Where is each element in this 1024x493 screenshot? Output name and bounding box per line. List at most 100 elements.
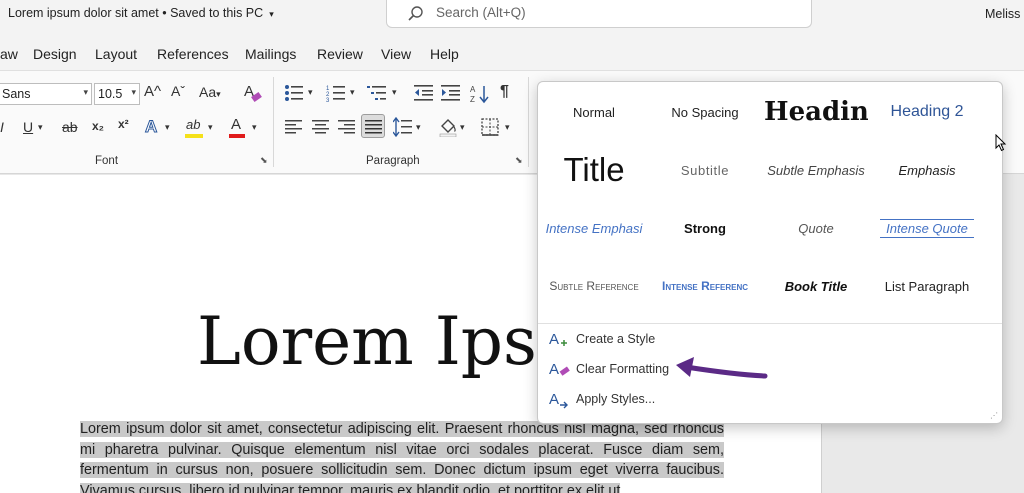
style-intense-emphasis[interactable]: Intense Emphasi [538, 208, 650, 248]
justify-button[interactable] [361, 114, 385, 138]
line-spacing-icon[interactable] [393, 117, 413, 137]
style-emphasis-label: Emphasis [898, 162, 956, 178]
chevron-down-icon[interactable]: ▾ [252, 122, 257, 133]
style-intense-reference[interactable]: Intense Referenc [649, 266, 761, 306]
search-box[interactable]: Search (Alt+Q) [386, 0, 812, 28]
document-title[interactable]: Lorem ipsum dolor sit amet • Saved to th… [8, 6, 274, 20]
chevron-down-icon: ▾ [83, 87, 88, 97]
chevron-down-icon: ▾ [269, 9, 274, 19]
justify-icon [365, 120, 382, 134]
selected-text: Lorem ipsum dolor sit amet, consectetur … [80, 421, 724, 493]
styles-gallery-flyout: Normal No Spacing Headin Heading 2 Title… [537, 81, 1003, 424]
shrink-font-button[interactable]: Aˇ [171, 83, 185, 99]
tab-help[interactable]: Help [430, 46, 459, 62]
style-heading-2[interactable]: Heading 2 [871, 92, 983, 132]
chevron-down-icon[interactable]: ▾ [308, 87, 313, 98]
chevron-down-icon[interactable]: ▾ [38, 122, 43, 133]
font-color-button[interactable]: A [231, 116, 241, 133]
tab-draw[interactable]: aw [0, 46, 18, 62]
font-color-bar [229, 134, 245, 138]
tab-references[interactable]: References [157, 46, 229, 62]
style-book-title[interactable]: Book Title [760, 266, 872, 306]
bullets-icon[interactable] [284, 84, 304, 102]
sort-icon[interactable]: AZ [470, 84, 490, 104]
resize-grip-icon[interactable]: ⋰ [990, 411, 998, 420]
change-case-button[interactable]: Aa▾ [199, 84, 221, 100]
numbering-icon[interactable]: 123 [326, 84, 346, 102]
increase-indent-icon[interactable] [441, 84, 461, 102]
font-name-value: Sans [2, 87, 31, 101]
align-right-icon[interactable] [338, 119, 356, 135]
style-subtle-reference-label: Subtle Reference [549, 279, 639, 293]
search-placeholder: Search (Alt+Q) [436, 5, 526, 20]
underline-button[interactable]: U [23, 119, 33, 135]
ribbon-tabs: aw Design Layout References Mailings Rev… [0, 38, 1024, 70]
document-title-text: Lorem ipsum dolor sit amet • Saved to th… [8, 6, 264, 20]
style-no-spacing[interactable]: No Spacing [649, 92, 761, 132]
superscript-button[interactable]: x² [118, 117, 129, 131]
paragraph-dialog-launcher-icon[interactable]: ⬊ [515, 155, 525, 165]
tab-mailings[interactable]: Mailings [245, 46, 296, 62]
font-name-dropdown[interactable]: Sans ▾ [0, 83, 92, 105]
style-heading-2-label: Heading 2 [890, 103, 964, 120]
create-style-command[interactable]: A Create a Style [546, 327, 846, 351]
apply-styles-command[interactable]: A Apply Styles... [546, 387, 846, 411]
tab-layout[interactable]: Layout [95, 46, 137, 62]
document-heading[interactable]: Lorem Ipsu [197, 303, 579, 380]
style-heading-1-label: Headin [764, 97, 868, 127]
group-divider [273, 77, 274, 167]
style-normal[interactable]: Normal [538, 92, 650, 132]
style-heading-1[interactable]: Headin [760, 92, 872, 132]
user-account[interactable]: Meliss [985, 7, 1020, 21]
center-icon[interactable] [312, 119, 330, 135]
create-style-label: Create a Style [576, 332, 656, 346]
style-list-paragraph[interactable]: List Paragraph [871, 266, 983, 306]
style-quote[interactable]: Quote [760, 208, 872, 248]
align-left-icon[interactable] [285, 119, 303, 135]
highlight-button[interactable]: ab [186, 117, 200, 132]
font-size-dropdown[interactable]: 10.5 ▾ [94, 83, 140, 105]
chevron-down-icon[interactable]: ▾ [505, 122, 510, 133]
font-dialog-launcher-icon[interactable]: ⬊ [260, 155, 270, 165]
svg-text:A: A [549, 331, 559, 348]
style-strong[interactable]: Strong [649, 208, 761, 248]
multilevel-list-icon[interactable] [367, 84, 387, 102]
document-body-paragraph[interactable]: Lorem ipsum dolor sit amet, consectetur … [80, 419, 724, 493]
svg-text:A: A [549, 361, 559, 378]
style-subtle-reference[interactable]: Subtle Reference [538, 266, 650, 306]
style-subtitle[interactable]: Subtitle [649, 150, 761, 190]
style-intense-quote[interactable]: Intense Quote [871, 208, 983, 248]
text-effects-button[interactable]: A [144, 117, 157, 137]
style-title[interactable]: Title [538, 148, 650, 192]
tab-review[interactable]: Review [317, 46, 363, 62]
strikethrough-button[interactable]: ab [62, 119, 78, 135]
create-style-icon: A [549, 331, 567, 348]
show-formatting-marks-button[interactable]: ¶ [500, 83, 509, 101]
clear-formatting-label: Clear Formatting [576, 362, 670, 376]
chevron-down-icon[interactable]: ▾ [416, 122, 421, 133]
shading-icon[interactable] [438, 117, 458, 137]
svg-text:Z: Z [470, 95, 475, 104]
font-size-value: 10.5 [98, 87, 123, 101]
subscript-button[interactable]: x₂ [92, 119, 104, 133]
style-subtle-emphasis[interactable]: Subtle Emphasis [760, 150, 872, 190]
grow-font-button[interactable]: A^ [144, 83, 161, 100]
chevron-down-icon[interactable]: ▾ [350, 87, 355, 98]
chevron-down-icon[interactable]: ▾ [165, 122, 170, 133]
decrease-indent-icon[interactable] [414, 84, 434, 102]
tab-design[interactable]: Design [33, 46, 77, 62]
italic-button[interactable]: I [0, 119, 4, 135]
paragraph-group-label: Paragraph [366, 155, 420, 167]
chevron-down-icon: ▾ [131, 87, 136, 97]
style-emphasis[interactable]: Emphasis [871, 150, 983, 190]
chevron-down-icon[interactable]: ▾ [208, 122, 213, 133]
apply-styles-label: Apply Styles... [576, 392, 656, 406]
tab-view[interactable]: View [381, 46, 411, 62]
style-normal-label: Normal [573, 104, 615, 120]
font-group-label: Font [95, 155, 119, 167]
borders-icon[interactable] [481, 118, 499, 136]
chevron-down-icon[interactable]: ▾ [392, 87, 397, 98]
gallery-divider [538, 323, 1002, 324]
chevron-down-icon[interactable]: ▾ [460, 122, 465, 133]
style-intense-emphasis-label: Intense Emphasi [545, 220, 643, 236]
